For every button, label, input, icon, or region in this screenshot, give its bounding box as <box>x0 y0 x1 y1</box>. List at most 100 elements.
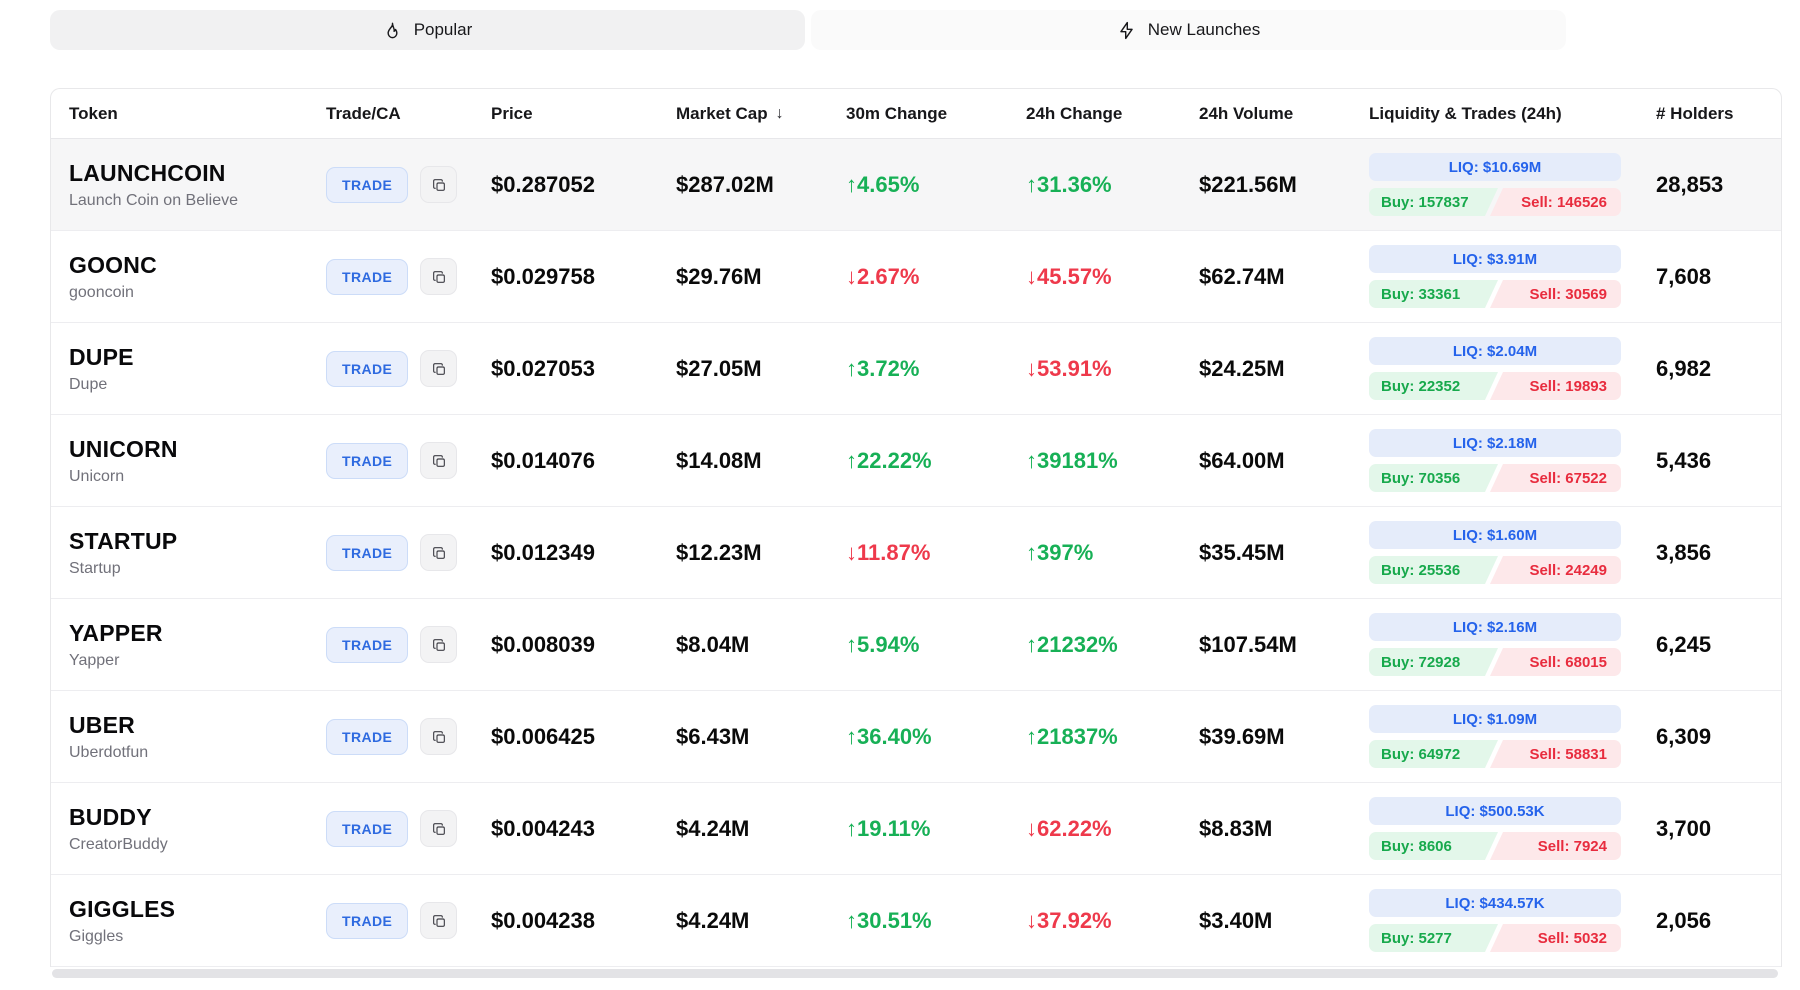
liquidity-badge: LIQ: $1.09M <box>1369 705 1621 733</box>
table-row[interactable]: YAPPER Yapper TRADE $0.008039 $8.04M ↑5.… <box>51 599 1781 691</box>
token-name: Yapper <box>69 652 308 670</box>
token-cell: LAUNCHCOIN Launch Coin on Believe <box>51 160 308 210</box>
copy-address-button[interactable] <box>420 350 457 387</box>
column-header-liquidity-trades: Liquidity & Trades (24h) <box>1351 104 1638 124</box>
market-cap-value: $4.24M <box>658 816 828 842</box>
copy-icon <box>431 269 447 285</box>
tab-popular[interactable]: Popular <box>50 10 805 50</box>
trade-button[interactable]: TRADE <box>326 719 408 755</box>
trade-ca-cell: TRADE <box>308 350 473 387</box>
change-30m-value: ↑30.51% <box>828 908 1008 934</box>
token-symbol: GIGGLES <box>69 896 308 923</box>
copy-icon <box>431 361 447 377</box>
holders-value: 5,436 <box>1638 448 1781 474</box>
change-24h-value: ↓37.92% <box>1008 908 1181 934</box>
token-name: Giggles <box>69 928 308 946</box>
tab-popular-label: Popular <box>414 20 473 40</box>
copy-address-button[interactable] <box>420 258 457 295</box>
trade-ca-cell: TRADE <box>308 902 473 939</box>
trade-button[interactable]: TRADE <box>326 535 408 571</box>
table-row[interactable]: UBER Uberdotfun TRADE $0.006425 $6.43M ↑… <box>51 691 1781 783</box>
table-row[interactable]: UNICORN Unicorn TRADE $0.014076 $14.08M … <box>51 415 1781 507</box>
copy-address-button[interactable] <box>420 534 457 571</box>
liquidity-badge: LIQ: $500.53K <box>1369 797 1621 825</box>
copy-address-button[interactable] <box>420 442 457 479</box>
volume-24h-value: $64.00M <box>1181 448 1351 474</box>
trade-ca-cell: TRADE <box>308 258 473 295</box>
holders-value: 6,245 <box>1638 632 1781 658</box>
copy-icon <box>431 453 447 469</box>
buy-sell-row: Buy: 8606 Sell: 7924 <box>1369 832 1621 860</box>
table-row[interactable]: GOONC gooncoin TRADE $0.029758 $29.76M ↓… <box>51 231 1781 323</box>
copy-address-button[interactable] <box>420 718 457 755</box>
column-header-24h-change[interactable]: 24h Change <box>1008 104 1181 124</box>
buy-count-badge: Buy: 5277 <box>1369 924 1498 952</box>
change-24h-value: ↓53.91% <box>1008 356 1181 382</box>
column-header-trade-ca: Trade/CA <box>308 104 473 124</box>
price-value: $0.004238 <box>473 908 658 934</box>
liquidity-trades-cell: LIQ: $1.60M Buy: 25536 Sell: 24249 <box>1351 521 1638 584</box>
copy-address-button[interactable] <box>420 626 457 663</box>
volume-24h-value: $3.40M <box>1181 908 1351 934</box>
column-header-price[interactable]: Price <box>473 104 658 124</box>
change-30m-value: ↑5.94% <box>828 632 1008 658</box>
holders-value: 28,853 <box>1638 172 1781 198</box>
price-value: $0.008039 <box>473 632 658 658</box>
horizontal-scrollbar[interactable] <box>52 969 1778 978</box>
column-header-30m-change[interactable]: 30m Change <box>828 104 1008 124</box>
token-cell: GOONC gooncoin <box>51 252 308 302</box>
market-cap-value: $27.05M <box>658 356 828 382</box>
holders-value: 3,856 <box>1638 540 1781 566</box>
buy-sell-row: Buy: 22352 Sell: 19893 <box>1369 372 1621 400</box>
trade-button[interactable]: TRADE <box>326 259 408 295</box>
buy-count-badge: Buy: 33361 <box>1369 280 1498 308</box>
buy-count-badge: Buy: 22352 <box>1369 372 1498 400</box>
table-row[interactable]: GIGGLES Giggles TRADE $0.004238 $4.24M ↑… <box>51 875 1781 967</box>
market-cap-value: $287.02M <box>658 172 828 198</box>
token-name: gooncoin <box>69 284 308 302</box>
trade-button[interactable]: TRADE <box>326 627 408 663</box>
sell-count-badge: Sell: 146526 <box>1490 188 1621 216</box>
token-screener-page: Popular New Launches Token Trade/CA Pric… <box>0 0 1800 978</box>
holders-value: 7,608 <box>1638 264 1781 290</box>
trade-button[interactable]: TRADE <box>326 903 408 939</box>
volume-24h-value: $107.54M <box>1181 632 1351 658</box>
buy-sell-row: Buy: 70356 Sell: 67522 <box>1369 464 1621 492</box>
token-cell: UBER Uberdotfun <box>51 712 308 762</box>
change-30m-value: ↑36.40% <box>828 724 1008 750</box>
liquidity-badge: LIQ: $2.04M <box>1369 337 1621 365</box>
change-30m-value: ↓2.67% <box>828 264 1008 290</box>
copy-address-button[interactable] <box>420 810 457 847</box>
price-value: $0.014076 <box>473 448 658 474</box>
token-symbol: UBER <box>69 712 308 739</box>
volume-24h-value: $39.69M <box>1181 724 1351 750</box>
table-row[interactable]: BUDDY CreatorBuddy TRADE $0.004243 $4.24… <box>51 783 1781 875</box>
buy-sell-row: Buy: 72928 Sell: 68015 <box>1369 648 1621 676</box>
column-header-token: Token <box>51 104 308 124</box>
copy-address-button[interactable] <box>420 166 457 203</box>
copy-address-button[interactable] <box>420 902 457 939</box>
table-row[interactable]: LAUNCHCOIN Launch Coin on Believe TRADE … <box>51 139 1781 231</box>
liquidity-trades-cell: LIQ: $1.09M Buy: 64972 Sell: 58831 <box>1351 705 1638 768</box>
trade-button[interactable]: TRADE <box>326 351 408 387</box>
trade-button[interactable]: TRADE <box>326 811 408 847</box>
trade-ca-cell: TRADE <box>308 810 473 847</box>
table-row[interactable]: DUPE Dupe TRADE $0.027053 $27.05M ↑3.72%… <box>51 323 1781 415</box>
column-header-24h-volume[interactable]: 24h Volume <box>1181 104 1351 124</box>
token-cell: BUDDY CreatorBuddy <box>51 804 308 854</box>
liquidity-trades-cell: LIQ: $2.04M Buy: 22352 Sell: 19893 <box>1351 337 1638 400</box>
token-symbol: YAPPER <box>69 620 308 647</box>
buy-count-badge: Buy: 157837 <box>1369 188 1498 216</box>
liquidity-badge: LIQ: $10.69M <box>1369 153 1621 181</box>
trade-button[interactable]: TRADE <box>326 443 408 479</box>
trade-button[interactable]: TRADE <box>326 167 408 203</box>
market-cap-value: $29.76M <box>658 264 828 290</box>
column-header-market-cap[interactable]: Market Cap ↓ <box>658 104 828 124</box>
sort-descending-icon: ↓ <box>776 105 784 123</box>
tab-bar: Popular New Launches <box>50 10 1566 50</box>
tab-new-launches[interactable]: New Launches <box>811 10 1566 50</box>
table-row[interactable]: STARTUP Startup TRADE $0.012349 $12.23M … <box>51 507 1781 599</box>
change-24h-value: ↓62.22% <box>1008 816 1181 842</box>
buy-sell-row: Buy: 157837 Sell: 146526 <box>1369 188 1621 216</box>
copy-icon <box>431 637 447 653</box>
